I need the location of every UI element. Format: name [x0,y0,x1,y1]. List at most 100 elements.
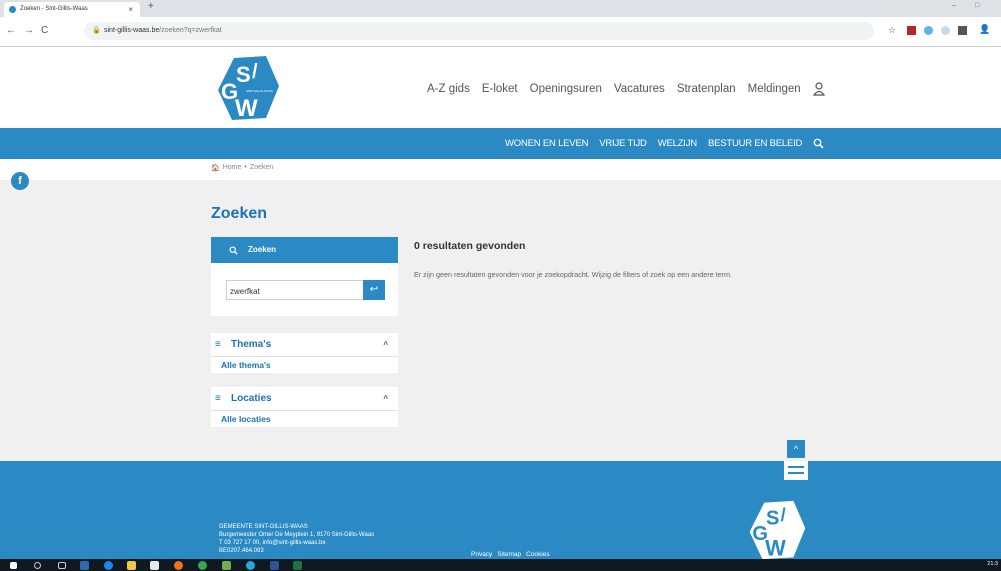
profile-icon[interactable]: 👤 [979,24,990,35]
topnav-stratenplan[interactable]: Stratenplan [677,83,736,95]
excel-icon[interactable] [293,561,302,570]
search-panel-search-icon [229,246,238,255]
breadcrumb: 🏠 Home • Zoeken [211,164,273,172]
chevron-up-icon[interactable]: ^ [383,333,388,357]
back-arrow-icon[interactable]: ← [6,25,16,36]
wifi-extension-icon[interactable] [941,26,950,35]
footer-links: Privacy Sitemap Cookies [471,551,550,558]
topnav-e-loket[interactable]: E-loket [482,83,518,95]
breadcrumb-separator: • [244,164,247,171]
site-favicon-icon [9,6,16,13]
footer-contact: T 03 727 17 00, info@sint-gillis-waas.be [219,540,326,546]
filter-themas-title: Thema's [231,339,272,350]
filter-locaties-header[interactable]: ≡ Locaties ^ [211,387,398,411]
topnav-openingsuren[interactable]: Openingsuren [530,83,602,95]
home-icon[interactable]: 🏠 [211,164,220,172]
top-navigation: A-Z gids E-loket Openingsuren Vacatures … [427,82,825,96]
filter-icon: ≡ [215,393,221,404]
filter-locaties-all[interactable]: Alle locaties [211,411,398,427]
search-icon[interactable] [813,138,824,149]
topnav-az-gids[interactable]: A-Z gids [427,83,470,95]
main-navigation: WONEN EN LEVEN VRIJE TIJD WELZIJN BESTUU… [505,138,824,149]
edge-icon[interactable] [104,561,113,570]
taskbar-clock: 21:3 [987,561,998,567]
browser-toolbar: ← → C 🔒 sint-gillis-waas.be/zoeken?q=zwe… [0,17,1001,47]
svg-text:/: / [252,61,258,83]
tab-title: Zoeken - Sint-Gillis-Waas [20,6,88,12]
mainnav-welzijn[interactable]: WELZIJN [658,138,697,149]
store-icon[interactable] [150,561,159,570]
logo-tagline: SINT-GILLIS-WAAS [246,89,273,93]
mainnav-wonen-en-leven[interactable]: WONEN EN LEVEN [505,138,588,149]
footer-vat: BE0207.464.093 [219,548,264,554]
topnav-meldingen[interactable]: Meldingen [748,83,801,95]
filter-themas-all[interactable]: Alle thema's [211,357,398,373]
firefox-icon[interactable] [174,561,183,570]
extension-c-icon[interactable] [958,26,967,35]
topnav-vacatures[interactable]: Vacatures [614,83,665,95]
footer-link-cookies[interactable]: Cookies [526,551,549,558]
address-bar[interactable]: 🔒 sint-gillis-waas.be/zoeken?q=zwerfkat [84,22,874,40]
footer-logo[interactable]: S / G W [747,499,807,561]
filter-locaties-title: Locaties [231,393,272,404]
back-to-top-button[interactable]: ^ [787,440,805,458]
results-title: 0 resultaten gevonden [414,240,526,252]
search-input[interactable] [227,282,362,301]
svg-text:/: / [781,504,786,525]
results-message: Er zijn geen resultaten gevonden voor je… [414,270,733,279]
lock-icon: 🔒 [92,27,101,34]
main-navigation-bar [0,128,1001,159]
bookmark-star-icon[interactable]: ☆ [888,25,896,36]
task-view-icon[interactable] [58,562,66,569]
svg-text:S: S [766,508,779,530]
cloud-extension-icon[interactable] [924,26,933,35]
site-logo[interactable]: S / G W SINT-GILLIS-WAAS [216,54,280,122]
logo-letter-w: W [235,95,258,122]
url-path: /zoeken?q=zwerfkat [159,27,222,34]
user-icon[interactable] [812,82,825,96]
footer-org-name: GEMEENTE SINT-GILLIS-WAAS [219,524,308,530]
url-host: sint-gillis-waas.be [104,27,160,34]
footer-street: Burgemeester Omer De Meyplein 1, 9170 Si… [219,532,375,538]
pdf-extension-icon[interactable] [907,26,916,35]
mainnav-vrije-tijd[interactable]: VRIJE TIJD [599,138,647,149]
search-panel-title: Zoeken [248,245,277,254]
breadcrumb-home[interactable]: Home [223,164,242,172]
restore-button[interactable]: □ [975,2,979,9]
facebook-icon[interactable]: f [11,172,29,190]
site-footer [0,461,1001,559]
internet-explorer-icon[interactable] [246,561,255,570]
svg-text:W: W [765,536,786,561]
footer-menu-icon[interactable] [784,461,808,480]
search-field: ↩ [226,280,385,301]
footer-link-sitemap[interactable]: Sitemap [497,551,521,558]
filter-icon: ≡ [215,339,221,350]
footer-link-privacy[interactable]: Privacy [471,551,492,558]
chevron-up-icon[interactable]: ^ [383,387,388,411]
file-explorer-icon[interactable] [127,561,136,570]
footer-address: GEMEENTE SINT-GILLIS-WAAS Burgemeester O… [219,523,374,555]
new-tab-button[interactable]: + [148,1,154,12]
media-icon[interactable] [222,561,231,570]
reload-icon[interactable]: C [41,25,48,36]
browser-tab[interactable]: Zoeken - Sint-Gillis-Waas × [4,2,140,17]
browser-tabbar: Zoeken - Sint-Gillis-Waas × + – □ [0,0,1001,17]
minimize-button[interactable]: – [952,2,956,9]
mainnav-bestuur-en-beleid[interactable]: BESTUUR EN BELEID [708,138,802,149]
filter-themas-header[interactable]: ≡ Thema's ^ [211,333,398,357]
chrome-icon[interactable] [198,561,207,570]
breadcrumb-current: Zoeken [249,164,274,171]
outlook-icon[interactable] [80,561,89,570]
forward-arrow-icon[interactable]: → [24,25,34,36]
breadcrumb-bar [0,159,1001,180]
taskbar-search-icon[interactable] [34,562,41,569]
search-panel: Zoeken ↩ [211,237,398,316]
logo-letter-s: S [236,62,251,87]
windows-start-icon[interactable] [10,562,17,569]
filter-themas: ≡ Thema's ^ Alle thema's [211,333,398,373]
filter-locaties: ≡ Locaties ^ Alle locaties [211,387,398,427]
tab-close-icon[interactable]: × [128,2,133,17]
word-icon[interactable] [270,561,279,570]
os-taskbar: 21:3 [0,559,1001,571]
search-submit-button[interactable]: ↩ [363,280,385,300]
